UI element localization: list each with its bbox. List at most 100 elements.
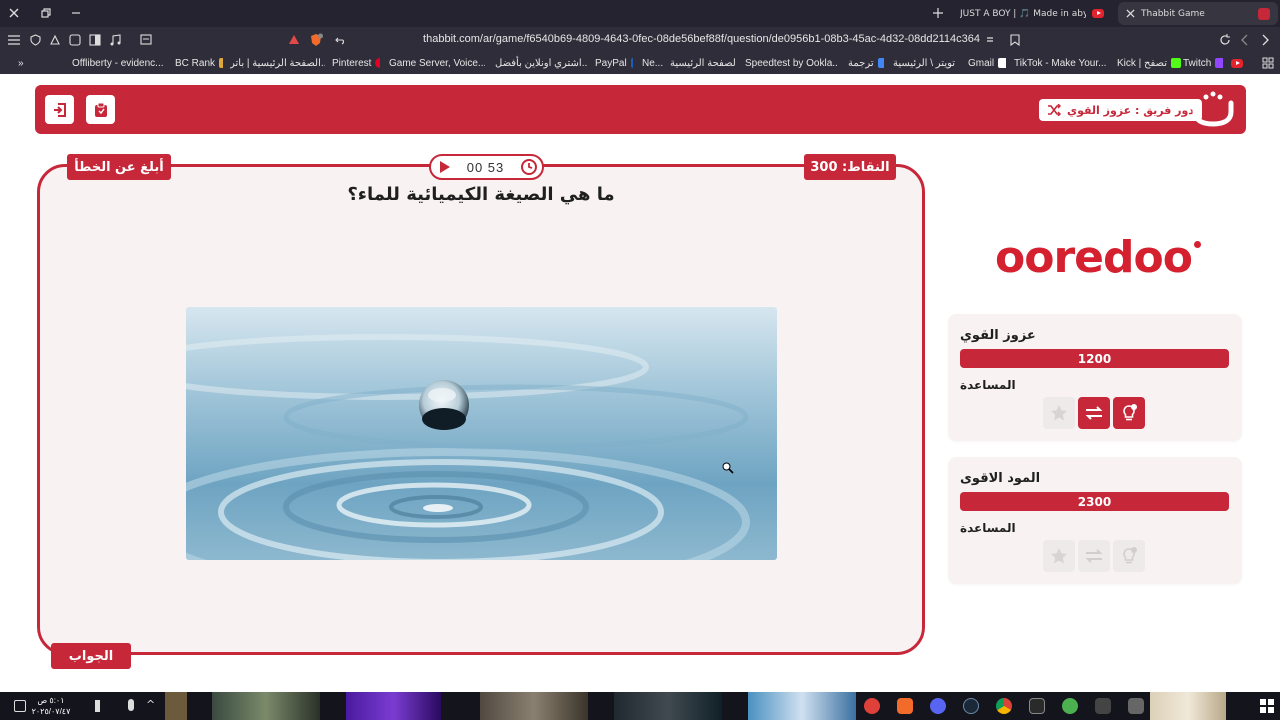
timer-value: 00 53: [466, 159, 505, 175]
lightbulb-icon: [1123, 547, 1137, 564]
water-drop-picture: [186, 307, 777, 560]
trophy-icon: [219, 58, 223, 68]
restore-window-icon[interactable]: [38, 5, 54, 21]
help-hint-button[interactable]: [1113, 540, 1145, 572]
bookmark-item[interactable]: TikTok - Make Your...: [1014, 52, 1108, 74]
bookmark-item[interactable]: Game Server, Voice...: [389, 52, 485, 74]
bookmark-item[interactable]: الصفحة الرئيسية -: [670, 52, 735, 74]
help-swap-button[interactable]: [1078, 540, 1110, 572]
answer-button[interactable]: الجواب: [51, 643, 131, 669]
clipboard-button[interactable]: [86, 95, 115, 124]
star-icon: [1051, 548, 1067, 564]
taskbar-thumbnail[interactable]: [165, 692, 187, 720]
clock-reset-icon[interactable]: [520, 158, 538, 176]
play-icon[interactable]: [439, 161, 451, 173]
bookmark-item[interactable]: Ne...: [642, 52, 666, 74]
sponsor-name: ooredoo: [995, 231, 1193, 283]
screenshot-icon[interactable]: [138, 27, 154, 52]
taskbar-thumbnail[interactable]: [212, 692, 320, 720]
back-icon[interactable]: [1237, 27, 1253, 52]
taskbar-thumbnail[interactable]: [748, 692, 856, 720]
discord-icon[interactable]: [930, 698, 946, 714]
tab-music-video[interactable]: JUST A BOY | 🎵 Made in abyss AMV: [952, 2, 1112, 25]
timer: 00 53: [429, 154, 544, 180]
zoom-cursor-icon: [722, 462, 734, 474]
brave-icon[interactable]: [897, 698, 913, 714]
team-card: عزوز القوي 1200 المساعدة: [948, 314, 1242, 441]
bookmark-item[interactable]: ترجمة: [848, 52, 884, 74]
url-field[interactable]: thabbit.com/ar/game/f6540b69-4809-4643-0…: [360, 27, 980, 52]
shield-icon[interactable]: [27, 27, 43, 52]
app-icon[interactable]: [864, 698, 880, 714]
new-tab-icon[interactable]: [930, 5, 946, 21]
taskbar-thumbnail[interactable]: [1150, 692, 1226, 720]
bookmark-item[interactable]: Speedtest by Ookla...: [745, 52, 837, 74]
shuffle-icon: [1048, 104, 1061, 116]
bookmark-item[interactable]: الصفحة الرئيسية | باتر...: [230, 52, 325, 74]
app-icon[interactable]: [1095, 698, 1111, 714]
youtube-bookmark[interactable]: [1231, 52, 1243, 74]
volume-icon[interactable]: [95, 700, 105, 712]
exit-game-button[interactable]: [45, 95, 74, 124]
tray-expand-icon[interactable]: ^: [146, 698, 155, 711]
bookmark-item[interactable]: Kick | تصفح: [1117, 52, 1187, 74]
link-icon[interactable]: [982, 27, 998, 52]
star-icon: [1051, 405, 1067, 421]
system-clock[interactable]: ٥:٠١ ص ٢٠٢٥/٠٧/٤٧: [30, 695, 72, 717]
help-swap-button[interactable]: [1078, 397, 1110, 429]
bookmark-item[interactable]: اشتري اونلاين بأفضل...: [495, 52, 587, 74]
share-icon[interactable]: [332, 27, 348, 52]
steam-icon[interactable]: [963, 698, 979, 714]
bookmark-item[interactable]: Gmail: [968, 52, 1006, 74]
team-score: 1200: [960, 349, 1229, 368]
taskbar-thumbnail[interactable]: [614, 692, 722, 720]
report-error-button[interactable]: أبلغ عن الخطأ: [67, 154, 171, 180]
bookmark-icon[interactable]: [1007, 27, 1023, 52]
sponsor-dot-icon: [1193, 240, 1201, 248]
minimize-window-icon[interactable]: [68, 5, 84, 21]
help-star-button[interactable]: [1043, 540, 1075, 572]
bookmark-item[interactable]: BC Rank: [175, 52, 223, 74]
brave-shield-icon[interactable]: [307, 27, 325, 52]
tab-groups-icon[interactable]: [67, 27, 83, 52]
exit-icon: [53, 102, 66, 117]
help-star-button[interactable]: [1043, 397, 1075, 429]
forward-icon[interactable]: [1257, 27, 1273, 52]
taskbar-thumbnail[interactable]: [346, 692, 441, 720]
xbox-icon[interactable]: [1029, 698, 1045, 714]
team-turn-label: دور فريق : عزوز القوي: [1067, 103, 1194, 117]
notifications-icon[interactable]: [14, 700, 26, 712]
vpn-icon[interactable]: [286, 27, 302, 52]
microphone-icon[interactable]: [128, 699, 134, 711]
music-icon[interactable]: [107, 27, 123, 52]
tab-thabbit-game[interactable]: Thabbit Game: [1118, 2, 1278, 25]
clock-time: ٥:٠١ ص: [37, 696, 65, 705]
help-hint-button[interactable]: [1113, 397, 1145, 429]
reload-icon[interactable]: [1217, 27, 1233, 52]
bookmark-item[interactable]: Twitch: [1183, 52, 1223, 74]
question-image-water-drop: [186, 307, 777, 560]
team-score: 2300: [960, 492, 1229, 511]
close-window-icon[interactable]: [6, 5, 22, 21]
close-tab-icon[interactable]: [1126, 9, 1135, 18]
all-bookmarks-icon[interactable]: [1262, 52, 1274, 74]
menu-icon[interactable]: [6, 27, 22, 52]
sidebar-icon[interactable]: [87, 27, 103, 52]
windows-start-icon[interactable]: [1260, 699, 1274, 713]
bookmark-item[interactable]: Offliberty - evidenc...: [72, 52, 164, 74]
app-icon[interactable]: [1128, 698, 1144, 714]
bookmark-item[interactable]: PayPal: [595, 52, 633, 74]
bookmark-item[interactable]: تويتر \ الرئيسية: [893, 52, 959, 74]
question-text: ما هي الصيغة الكيميائية للماء؟: [347, 184, 615, 205]
bookmark-item[interactable]: Pinterest: [332, 52, 380, 74]
thabbit-favicon-icon: [1258, 7, 1270, 20]
help-label: المساعدة: [960, 378, 1016, 392]
taskbar-thumbnail[interactable]: [480, 692, 588, 720]
thabbit-logo[interactable]: ث: [1190, 91, 1236, 129]
bookmarks-overflow-icon[interactable]: »: [18, 52, 24, 74]
chrome-icon[interactable]: [996, 698, 1012, 714]
utorrent-icon[interactable]: [1062, 698, 1078, 714]
points-badge: النقاط: 300: [804, 154, 896, 180]
team-turn-badge[interactable]: دور فريق : عزوز القوي: [1039, 99, 1202, 121]
extensions-icon[interactable]: [47, 27, 63, 52]
